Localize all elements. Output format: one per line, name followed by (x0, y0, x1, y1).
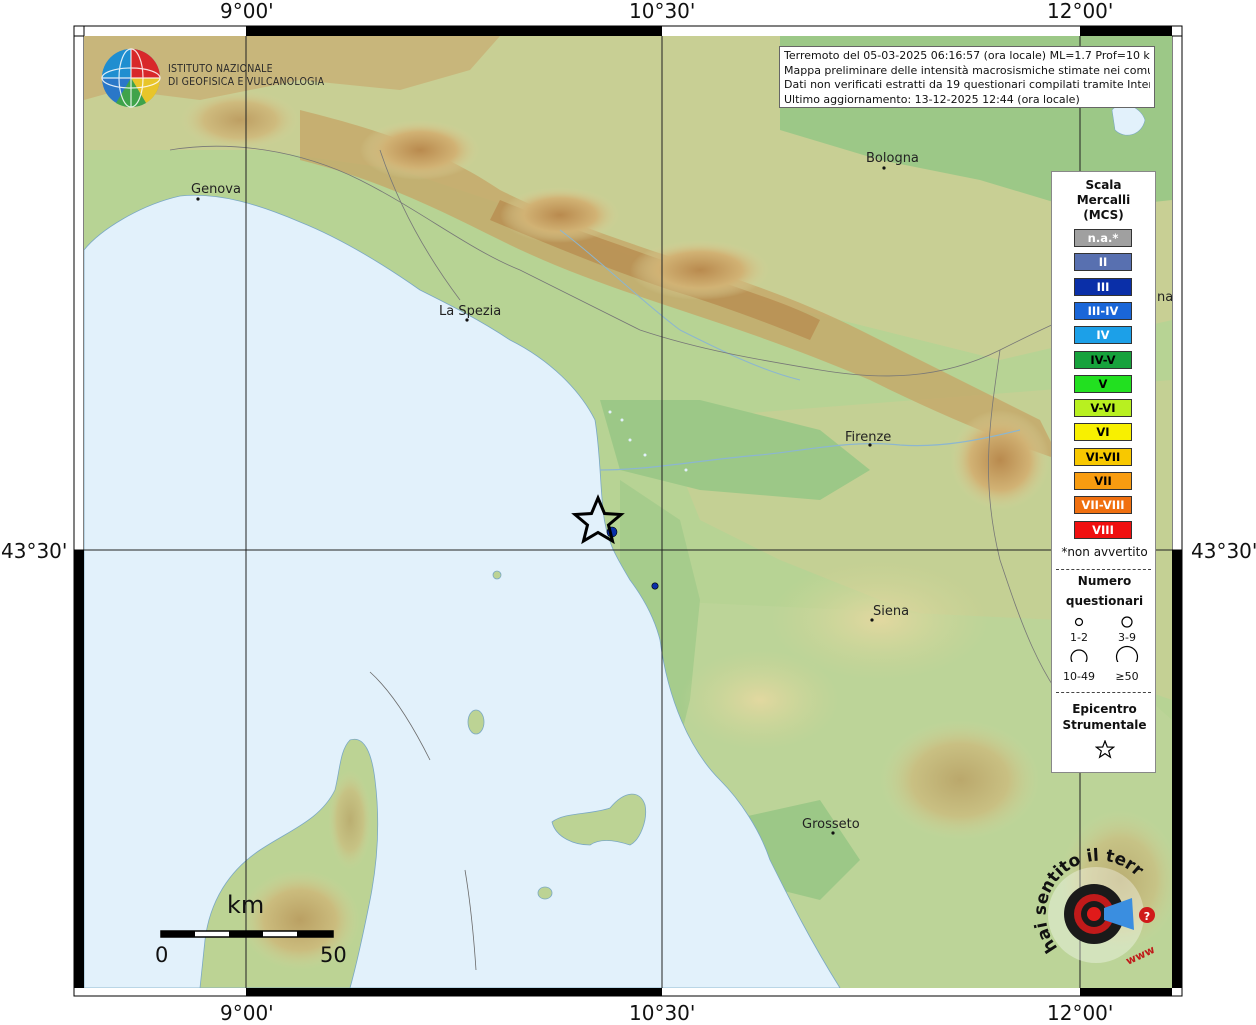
count-label: 3-9 (1118, 631, 1136, 644)
lon-label-bottom-3: 12°00' (1047, 1001, 1114, 1025)
lon-label-bottom-1: 9°00' (220, 1001, 274, 1025)
legend-title: Scala Mercalli (MCS) (1052, 178, 1155, 223)
city-label-grosseto: Grosseto (802, 817, 860, 832)
lon-label-top-3: 12°00' (1047, 0, 1114, 23)
count-circle-icon (1115, 645, 1139, 662)
legend-note: *non avvertito (1061, 545, 1148, 559)
scale-bar (160, 930, 334, 938)
city-label-la-spezia: La Spezia (439, 304, 502, 319)
epicenter-title-1: Epicentro (1072, 702, 1137, 716)
logo-line-2: DI GEOFISICA E VULCANOLOGIA (168, 76, 325, 88)
count-circle-icon (1121, 616, 1133, 628)
lat-label-left: 43°30' (1, 539, 68, 563)
legend-title-line: Scala (1085, 178, 1122, 192)
scale-max: 50 (320, 943, 347, 967)
count-title-2: questionari (1065, 594, 1144, 608)
epicenter-title-2: Strumentale (1062, 718, 1147, 732)
intensity-swatch: II (1074, 253, 1132, 272)
intensity-swatch: IV-V (1074, 350, 1132, 369)
lon-label-top-1: 9°00' (220, 0, 274, 23)
count-circle-icon (1070, 649, 1088, 662)
intensity-swatch: III (1074, 277, 1132, 296)
svg-text:?: ? (1144, 910, 1150, 923)
intensity-swatch: VII-VIII (1074, 496, 1132, 515)
scale-min: 0 (155, 943, 169, 967)
legend-title-line: (MCS) (1083, 208, 1124, 222)
intensity-swatch: IV (1074, 326, 1132, 345)
legend-panel: Scala Mercalli (MCS) n.a.* II III III-IV IV I… (1051, 171, 1156, 773)
intensity-swatch: VI-VII (1074, 447, 1132, 466)
event-info-line: Terremoto del 05-03-2025 06:16:57 (ora l… (784, 49, 1150, 62)
city-label-partial: na (1157, 290, 1174, 305)
city-label-bologna: Bologna (866, 151, 919, 166)
epicenter-legend-star-icon (1095, 740, 1115, 759)
logo-line-1: ISTITUTO NAZIONALE (168, 63, 273, 75)
legend-divider (1056, 569, 1151, 570)
intensity-swatch: V (1074, 374, 1132, 393)
legend-divider (1056, 692, 1151, 693)
intensity-swatch: VII (1074, 472, 1132, 490)
count-label: 1-2 (1070, 631, 1088, 644)
intensity-swatch: V-VI (1074, 399, 1132, 418)
city-label-genova: Genova (191, 182, 241, 197)
count-circle-icon (1074, 617, 1084, 627)
ingv-globe-icon (101, 48, 161, 108)
event-info-line: Ultimo aggiornamento: 13-12-2025 12:44 (… (784, 92, 1080, 106)
intensity-swatch: VI (1074, 423, 1132, 442)
intensity-swatch: n.a.* (1074, 229, 1132, 247)
event-info-box: Terremoto del 05-03-2025 06:16:57 (ora l… (779, 46, 1155, 108)
city-label-siena: Siena (873, 604, 910, 619)
intensity-swatch: VIII (1074, 520, 1132, 539)
count-label: ≥50 (1115, 670, 1139, 683)
intensity-swatch: III-IV (1074, 301, 1132, 320)
event-info-line: Mappa preliminare delle intensità macros… (784, 63, 1150, 77)
lon-label-top-2: 10°30' (629, 0, 696, 23)
count-label: 10-49 (1063, 670, 1095, 683)
lat-label-right: 43°30' (1191, 539, 1256, 563)
event-info-line: Dati non verificati estratti da 19 quest… (784, 78, 1150, 91)
ingv-logo-text: ISTITUTO NAZIONALE DI GEOFISICA E VULCAN… (168, 63, 324, 89)
report-point (651, 582, 659, 590)
city-label-firenze: Firenze (845, 430, 892, 445)
scale-unit: km (227, 891, 265, 919)
legend-title-line: Mercalli (1076, 193, 1131, 207)
lon-label-bottom-2: 10°30' (629, 1001, 696, 1025)
count-title-1: Numero (1077, 574, 1132, 588)
